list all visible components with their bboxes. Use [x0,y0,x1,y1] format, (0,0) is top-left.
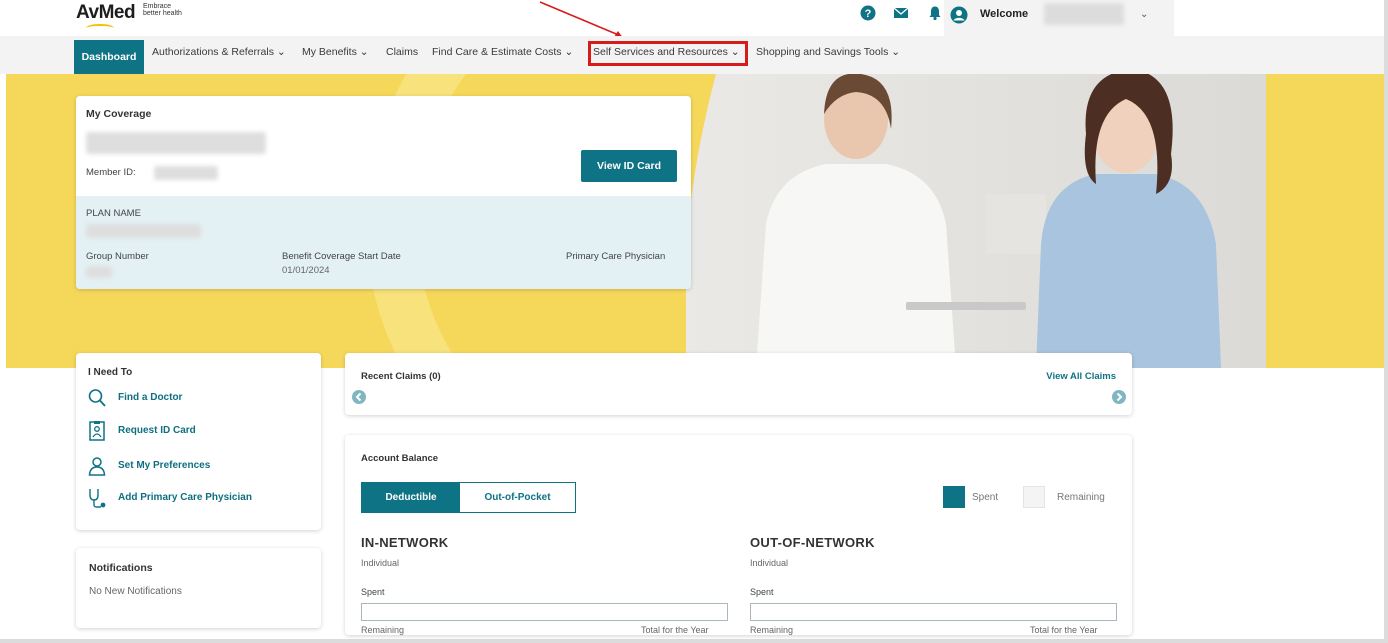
nav-my-benefits[interactable]: My Benefits ⌄ [302,46,369,58]
in-network-title: IN-NETWORK [361,535,449,550]
annotation-highlight-box [588,41,748,66]
i-need-to-title: I Need To [88,367,133,378]
add-pcp-label: Add Primary Care Physician [118,492,252,503]
plan-name-redacted [86,224,201,238]
account-balance-title: Account Balance [361,453,439,464]
notifications-empty-text: No New Notifications [89,586,182,597]
member-id-label: Member ID: [86,167,136,178]
hero-photo [686,74,1266,368]
notifications-title: Notifications [89,562,153,574]
tab-out-of-pocket[interactable]: Out-of-Pocket [460,483,575,512]
out-network-total-label: Total for the Year [1030,625,1098,635]
chevron-down-icon: ⌄ [891,46,901,58]
plan-details: PLAN NAME Group Number Benefit Coverage … [76,196,691,289]
recent-claims-title: Recent Claims (0) [361,371,441,382]
legend-spent-label: Spent [972,492,999,503]
my-coverage-card: My Coverage Member ID: View ID Card PLAN… [76,96,691,289]
chevron-down-icon: ⌄ [276,46,286,58]
start-date-value: 01/01/2024 [282,265,330,276]
id-card-icon [89,421,105,441]
chevron-right-icon [1116,392,1123,402]
view-id-card-button[interactable]: View ID Card [581,150,677,182]
set-preferences-label: Set My Preferences [118,460,211,471]
in-network-individual: Individual [361,558,400,568]
account-balance-card: Account Balance Deductible Out-of-Pocket… [345,435,1132,635]
chevron-left-icon [355,392,362,402]
nav-dashboard[interactable]: Dashboard [74,40,144,74]
nav-shopping-savings-label: Shopping and Savings Tools [756,46,889,58]
i-need-to-card: I Need To Find a Doctor Request ID Card … [76,353,321,530]
legend-remaining-swatch [1023,486,1045,508]
member-name-redacted [86,132,266,154]
in-network-total-label: Total for the Year [641,625,709,635]
search-icon [88,389,106,407]
group-number-label: Group Number [86,251,149,262]
balance-tabs: Deductible Out-of-Pocket [361,482,576,513]
out-network-remaining-label: Remaining [750,625,794,635]
out-network-title: OUT-OF-NETWORK [750,535,875,550]
coverage-title: My Coverage [86,108,152,120]
nav-shopping-savings[interactable]: Shopping and Savings Tools ⌄ [756,46,900,58]
nav-my-benefits-label: My Benefits [302,46,357,58]
nav-find-care[interactable]: Find Care & Estimate Costs ⌄ [432,46,573,58]
chevron-down-icon: ⌄ [359,46,369,58]
in-network-progress-bar [361,603,728,621]
nav-authorizations[interactable]: Authorizations & Referrals ⌄ [152,46,286,58]
out-network-progress-bar [750,603,1117,621]
recent-claims-card: Recent Claims (0) View All Claims [345,353,1132,415]
pcp-label: Primary Care Physician [566,251,666,262]
user-icon [88,457,106,476]
member-id-redacted [154,166,218,180]
legend-remaining-label: Remaining [1057,492,1105,503]
plan-name-label: PLAN NAME [86,208,141,219]
carousel-next-button[interactable] [1112,390,1126,404]
in-network-remaining-label: Remaining [361,625,405,635]
out-network-individual: Individual [750,558,789,568]
tab-deductible[interactable]: Deductible [362,483,460,512]
nav-claims[interactable]: Claims [386,46,418,58]
request-id-card-label: Request ID Card [118,425,196,436]
nav-authorizations-label: Authorizations & Referrals [152,46,274,58]
carousel-prev-button[interactable] [352,390,366,404]
find-a-doctor-label: Find a Doctor [118,392,183,403]
nav-find-care-label: Find Care & Estimate Costs [432,46,562,58]
notifications-card: Notifications No New Notifications [76,548,321,628]
legend-spent-swatch [943,486,965,508]
view-all-claims-link[interactable]: View All Claims [1046,371,1116,382]
in-network-spent-label: Spent [361,587,385,597]
stethoscope-icon [89,489,106,508]
chevron-down-icon: ⌄ [564,46,574,58]
out-network-spent-label: Spent [750,587,774,597]
group-number-redacted [86,266,112,278]
start-date-label: Benefit Coverage Start Date [282,251,401,262]
